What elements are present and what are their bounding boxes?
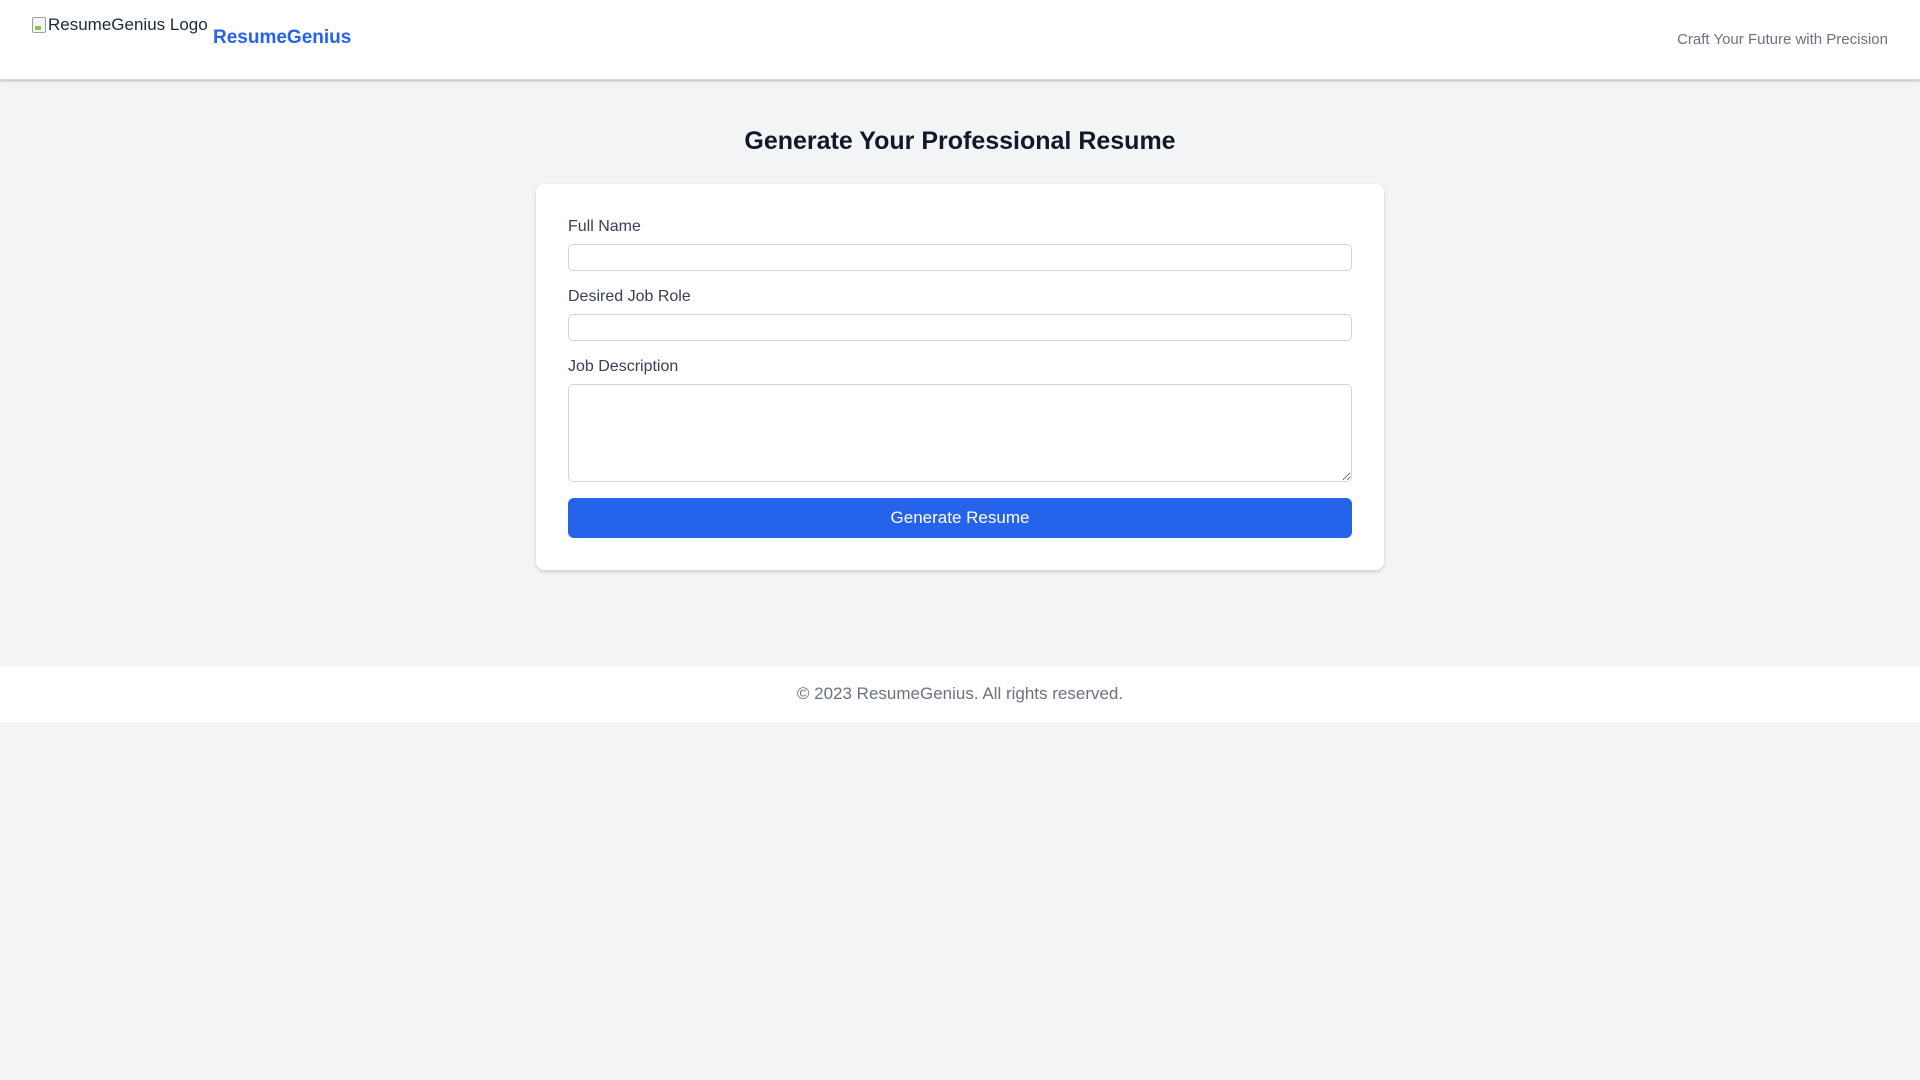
site-header: ResumeGenius Logo ResumeGenius Craft You… bbox=[0, 0, 1920, 80]
copyright-text: © 2023 ResumeGenius. All rights reserved… bbox=[796, 684, 1124, 703]
generate-resume-button[interactable]: Generate Resume bbox=[568, 498, 1352, 538]
job-description-textarea[interactable] bbox=[568, 384, 1352, 482]
job-description-label: Job Description bbox=[568, 358, 679, 375]
logo-image[interactable]: ResumeGenius Logo bbox=[32, 15, 208, 35]
logo-alt-text: ResumeGenius Logo bbox=[48, 15, 208, 34]
job-role-label: Desired Job Role bbox=[568, 288, 691, 305]
brand-name[interactable]: ResumeGenius bbox=[213, 27, 351, 49]
full-name-input[interactable] bbox=[568, 244, 1352, 271]
job-role-input[interactable] bbox=[568, 314, 1352, 341]
full-name-label: Full Name bbox=[568, 218, 641, 235]
header-tagline: Craft Your Future with Precision bbox=[1677, 31, 1888, 48]
page-title: Generate Your Professional Resume bbox=[744, 127, 1176, 155]
resume-form: Full Name Desired Job Role Job Descripti… bbox=[536, 184, 1384, 570]
site-footer: © 2023 ResumeGenius. All rights reserved… bbox=[0, 666, 1920, 722]
broken-image-icon bbox=[32, 17, 46, 33]
